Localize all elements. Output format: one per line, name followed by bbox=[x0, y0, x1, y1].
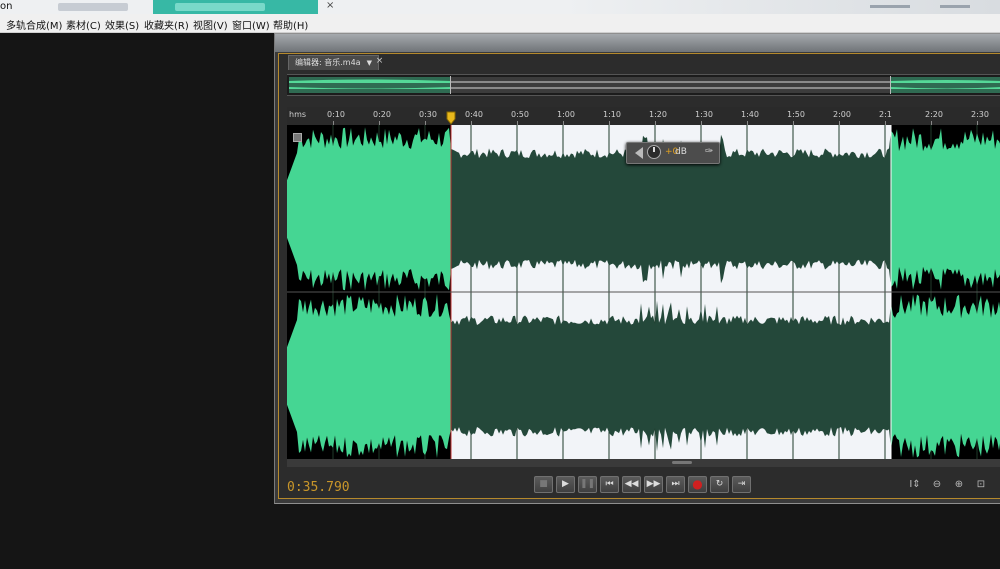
blurred-tray-item bbox=[940, 5, 970, 8]
blurred-tab-title bbox=[175, 3, 265, 11]
volume-knob-icon[interactable] bbox=[647, 145, 661, 159]
tab-close-icon[interactable]: × bbox=[326, 0, 334, 11]
taskbar-strip: on × bbox=[0, 0, 1000, 14]
zoom-toolbar: I⇕ ⊖ ⊕ ⊡ bbox=[906, 476, 1000, 496]
rewind-button[interactable]: ◀◀ bbox=[622, 476, 641, 493]
ruler-label: 1:30 bbox=[695, 110, 713, 119]
zoom-in-time-icon[interactable]: ⊕ bbox=[950, 476, 968, 493]
window-title-fragment: on bbox=[0, 1, 13, 12]
tab-menu-icon[interactable]: ▼ bbox=[367, 59, 372, 67]
ruler-label: 0:50 bbox=[511, 110, 529, 119]
ruler-label: 1:40 bbox=[741, 110, 759, 119]
close-tab-icon[interactable]: × bbox=[374, 56, 385, 67]
blurred-tab-label bbox=[58, 3, 128, 11]
editor-window: 编辑器: 音乐.m4a ▼ × hms 0:10 0:20 0:30 0:40 … bbox=[274, 33, 1000, 504]
menu-bar: 多轨合成(M) 素材(C) 效果(S) 收藏夹(R) 视图(V) 窗口(W) 帮… bbox=[0, 14, 1000, 33]
stop-button[interactable]: ■ bbox=[534, 476, 553, 493]
active-browser-tab[interactable] bbox=[153, 0, 318, 14]
ruler-label: 2:1 bbox=[879, 110, 892, 119]
system-tray-area bbox=[560, 0, 1000, 14]
speaker-icon bbox=[635, 147, 643, 159]
ruler-label: 1:00 bbox=[557, 110, 575, 119]
blurred-tray-item bbox=[870, 5, 910, 8]
ruler-label: 0:40 bbox=[465, 110, 483, 119]
ruler-label: 1:20 bbox=[649, 110, 667, 119]
editor-tab[interactable]: 编辑器: 音乐.m4a ▼ bbox=[288, 55, 379, 70]
editor-titlebar[interactable] bbox=[275, 34, 1000, 52]
channel-toggle-icon[interactable] bbox=[293, 133, 302, 142]
menu-help[interactable]: 帮助(H) bbox=[273, 17, 308, 32]
loop-button[interactable]: ↻ bbox=[710, 476, 729, 493]
waveform-display[interactable] bbox=[287, 125, 1000, 459]
editor-tab-label: 编辑器: 音乐.m4a bbox=[295, 58, 361, 67]
goto-end-button[interactable]: ⏭ bbox=[666, 476, 685, 493]
ruler-label: 0:20 bbox=[373, 110, 391, 119]
ruler-label: 2:20 bbox=[925, 110, 943, 119]
zoom-in-amplitude-icon[interactable]: I⇕ bbox=[906, 476, 924, 493]
waveform-canvas[interactable] bbox=[287, 125, 1000, 459]
record-button[interactable]: ● bbox=[688, 476, 707, 493]
overview-waveform bbox=[287, 75, 1000, 95]
ruler-label: 2:00 bbox=[833, 110, 851, 119]
menu-window[interactable]: 窗口(W) bbox=[232, 17, 270, 32]
zoom-out-amplitude-icon[interactable]: ⊖ bbox=[928, 476, 946, 493]
pause-button[interactable]: ❚❚ bbox=[578, 476, 597, 493]
pin-icon[interactable]: ✑ bbox=[705, 146, 713, 157]
menu-view[interactable]: 视图(V) bbox=[193, 17, 228, 32]
menu-clip[interactable]: 素材(C) bbox=[66, 17, 101, 32]
menu-effects[interactable]: 效果(S) bbox=[105, 17, 139, 32]
playhead-marker-icon[interactable] bbox=[446, 111, 456, 125]
hud-volume-control[interactable]: +0 dB ✑ bbox=[626, 142, 720, 164]
ruler-unit-label: hms bbox=[289, 110, 307, 119]
zoom-full-icon[interactable]: ⊡ bbox=[972, 476, 990, 493]
goto-start-button[interactable]: ⏮ bbox=[600, 476, 619, 493]
ruler-label: 0:30 bbox=[419, 110, 437, 119]
scroll-grip-icon[interactable] bbox=[672, 461, 692, 464]
ruler-label: 1:50 bbox=[787, 110, 805, 119]
menu-multitrack[interactable]: 多轨合成(M) bbox=[6, 17, 62, 32]
ruler-label: 2:30 bbox=[971, 110, 989, 119]
time-ruler[interactable]: hms 0:10 0:20 0:30 0:40 0:50 1:00 1:10 1… bbox=[287, 107, 1000, 125]
ruler-label: 1:10 bbox=[603, 110, 621, 119]
skip-selection-button[interactable]: ⇥ bbox=[732, 476, 751, 493]
horizontal-scrollbar[interactable] bbox=[287, 459, 1000, 467]
current-time-display: 0:35.790 bbox=[287, 480, 350, 495]
volume-unit: dB bbox=[675, 147, 687, 157]
overview-navigator[interactable] bbox=[287, 74, 1000, 96]
menu-favorites[interactable]: 收藏夹(R) bbox=[144, 17, 189, 32]
ruler-label: 0:10 bbox=[327, 110, 345, 119]
play-button[interactable]: ▶ bbox=[556, 476, 575, 493]
fast-forward-button[interactable]: ▶▶ bbox=[644, 476, 663, 493]
editor-panel: 编辑器: 音乐.m4a ▼ × hms 0:10 0:20 0:30 0:40 … bbox=[278, 53, 1000, 499]
